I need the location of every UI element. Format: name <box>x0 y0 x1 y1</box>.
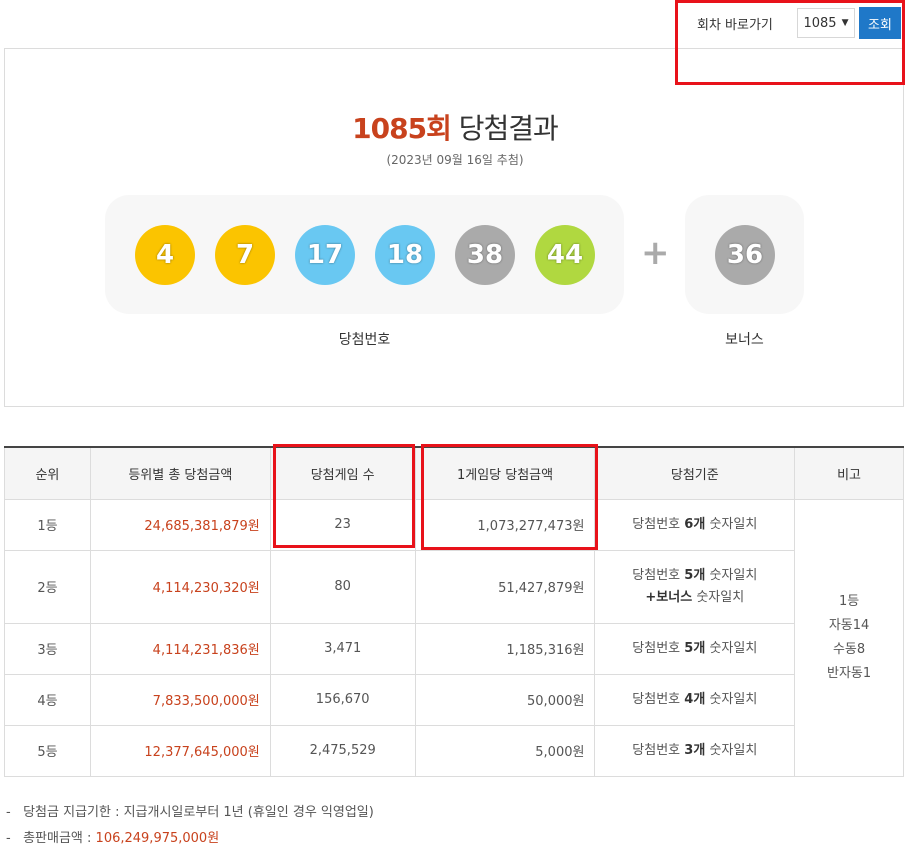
total-sales-label: 총판매금액 : <box>23 831 96 846</box>
caret-down-icon: ▼ <box>841 18 849 28</box>
header-total-prize: 등위별 총 당첨금액 <box>89 446 271 500</box>
cell-winner-count: 80 <box>269 549 416 624</box>
winning-ball-6: 44 <box>535 225 595 285</box>
table-row: 2등 4,114,230,320원 80 51,427,879원 당첨번호 5개… <box>4 549 904 624</box>
cell-rank: 2등 <box>4 549 91 624</box>
total-sales-value: 106,249,975,000원 <box>95 831 220 846</box>
table-row: 4등 7,833,500,000원 156,670 50,000원 당첨번호 4… <box>4 673 904 726</box>
cell-prize-per-game: 1,073,277,473원 <box>414 498 596 551</box>
cell-rank: 5등 <box>4 724 91 777</box>
cell-prize-per-game: 5,000원 <box>414 724 596 777</box>
round-select-value: 1085 <box>803 15 837 31</box>
header-winner-count: 당첨게임 수 <box>269 446 416 500</box>
payout-deadline-value: 지급개시일로부터 1년 (휴일인 경우 익영업일) <box>123 805 374 820</box>
round-navigation: 회차 바로가기 1085 ▼ 조회 <box>697 6 901 40</box>
cell-note: 1등 자동14 수동8 반자동1 <box>794 498 904 777</box>
cell-criteria: 당첨번호 5개 숫자일치 <box>594 622 796 675</box>
criteria-suffix: 숫자일치 <box>709 742 758 758</box>
cell-total-prize: 4,114,231,836원 <box>89 622 271 675</box>
header-rank: 순위 <box>4 446 91 500</box>
criteria-count: 5개 <box>684 567 706 583</box>
note-line: 자동14 <box>828 617 870 633</box>
draw-date: (2023년 09월 16일 추첨) <box>386 153 524 167</box>
criteria-count: 6개 <box>684 516 706 532</box>
cell-prize-per-game: 51,427,879원 <box>414 549 596 624</box>
cell-total-prize: 12,377,645,000원 <box>89 724 271 777</box>
result-title-suffix: 당첨결과 <box>458 112 559 145</box>
prize-table: 순위 등위별 총 당첨금액 당첨게임 수 1게임당 당첨금액 당첨기준 비고 1… <box>4 446 904 777</box>
criteria-prefix: 당첨번호 <box>632 691 681 707</box>
criteria-suffix: 숫자일치 <box>709 516 758 532</box>
cell-criteria: 당첨번호 5개 숫자일치 +보너스 숫자일치 <box>594 549 796 624</box>
winning-numbers-label: 당첨번호 <box>338 332 391 348</box>
table-row: 3등 4,114,231,836원 3,471 1,185,316원 당첨번호 … <box>4 622 904 675</box>
cell-rank: 3등 <box>4 622 91 675</box>
criteria-bonus-suffix: 숫자일치 <box>696 589 745 605</box>
cell-criteria: 당첨번호 4개 숫자일치 <box>594 673 796 726</box>
cell-rank: 1등 <box>4 498 91 551</box>
cell-total-prize: 24,685,381,879원 <box>89 498 271 551</box>
table-row: 5등 12,377,645,000원 2,475,529 5,000원 당첨번호… <box>4 724 904 777</box>
criteria-suffix: 숫자일치 <box>709 691 758 707</box>
cell-total-prize: 7,833,500,000원 <box>89 673 271 726</box>
winning-ball-5: 38 <box>455 225 515 285</box>
cell-criteria: 당첨번호 6개 숫자일치 <box>594 498 796 551</box>
criteria-bonus: +보너스 <box>645 589 693 605</box>
cell-rank: 4등 <box>4 673 91 726</box>
criteria-count: 3개 <box>684 742 706 758</box>
total-sales-note: - 총판매금액 : 106,249,975,000원 <box>6 831 220 846</box>
criteria-prefix: 당첨번호 <box>632 567 681 583</box>
result-card: 1085회 당첨결과 (2023년 09월 16일 추첨) 4 7 17 18 … <box>4 48 904 407</box>
criteria-count: 4개 <box>684 691 706 707</box>
header-note: 비고 <box>794 446 904 500</box>
criteria-suffix: 숫자일치 <box>709 567 758 583</box>
criteria-prefix: 당첨번호 <box>632 516 681 532</box>
cell-winner-count: 156,670 <box>269 673 416 726</box>
note-line: 반자동1 <box>826 665 872 681</box>
header-criteria: 당첨기준 <box>594 446 796 500</box>
bonus-ball: 36 <box>715 225 775 285</box>
criteria-suffix: 숫자일치 <box>709 640 758 656</box>
cell-criteria: 당첨번호 3개 숫자일치 <box>594 724 796 777</box>
winning-numbers-panel: 4 7 17 18 38 44 <box>105 195 624 314</box>
winning-ball-4: 18 <box>375 225 435 285</box>
bonus-number-panel: 36 <box>685 195 804 314</box>
note-line: 수동8 <box>832 641 866 657</box>
cell-total-prize: 4,114,230,320원 <box>89 549 271 624</box>
cell-winner-count: 23 <box>269 498 416 551</box>
cell-prize-per-game: 50,000원 <box>414 673 596 726</box>
winning-ball-3: 17 <box>295 225 355 285</box>
cell-winner-count: 2,475,529 <box>269 724 416 777</box>
winning-ball-2: 7 <box>215 225 275 285</box>
table-row: 1등 24,685,381,879원 23 1,073,277,473원 당첨번… <box>4 498 904 777</box>
round-nav-label: 회차 바로가기 <box>697 17 773 33</box>
bonus-label: 보너스 <box>725 332 764 348</box>
winning-ball-1: 4 <box>135 225 195 285</box>
footnotes: - 당첨금 지급기한 : 지급개시일로부터 1년 (휴일인 경우 익영업일) -… <box>6 802 374 854</box>
result-round: 1085회 <box>352 112 452 145</box>
result-title: 1085회 당첨결과 <box>5 107 905 147</box>
criteria-count: 5개 <box>684 640 706 656</box>
cell-winner-count: 3,471 <box>269 622 416 675</box>
criteria-prefix: 당첨번호 <box>632 640 681 656</box>
header-prize-per-game: 1게임당 당첨금액 <box>414 446 596 500</box>
payout-deadline-note: - 당첨금 지급기한 : 지급개시일로부터 1년 (휴일인 경우 익영업일) <box>6 805 374 820</box>
round-select[interactable]: 1085 ▼ <box>797 8 855 38</box>
table-header-row: 순위 등위별 총 당첨금액 당첨게임 수 1게임당 당첨금액 당첨기준 비고 <box>4 446 904 500</box>
plus-icon: + <box>641 233 670 273</box>
payout-deadline-label: 당첨금 지급기한 : <box>23 805 124 820</box>
search-button[interactable]: 조회 <box>859 7 901 39</box>
note-line: 1등 <box>838 593 860 609</box>
criteria-prefix: 당첨번호 <box>632 742 681 758</box>
cell-prize-per-game: 1,185,316원 <box>414 622 596 675</box>
